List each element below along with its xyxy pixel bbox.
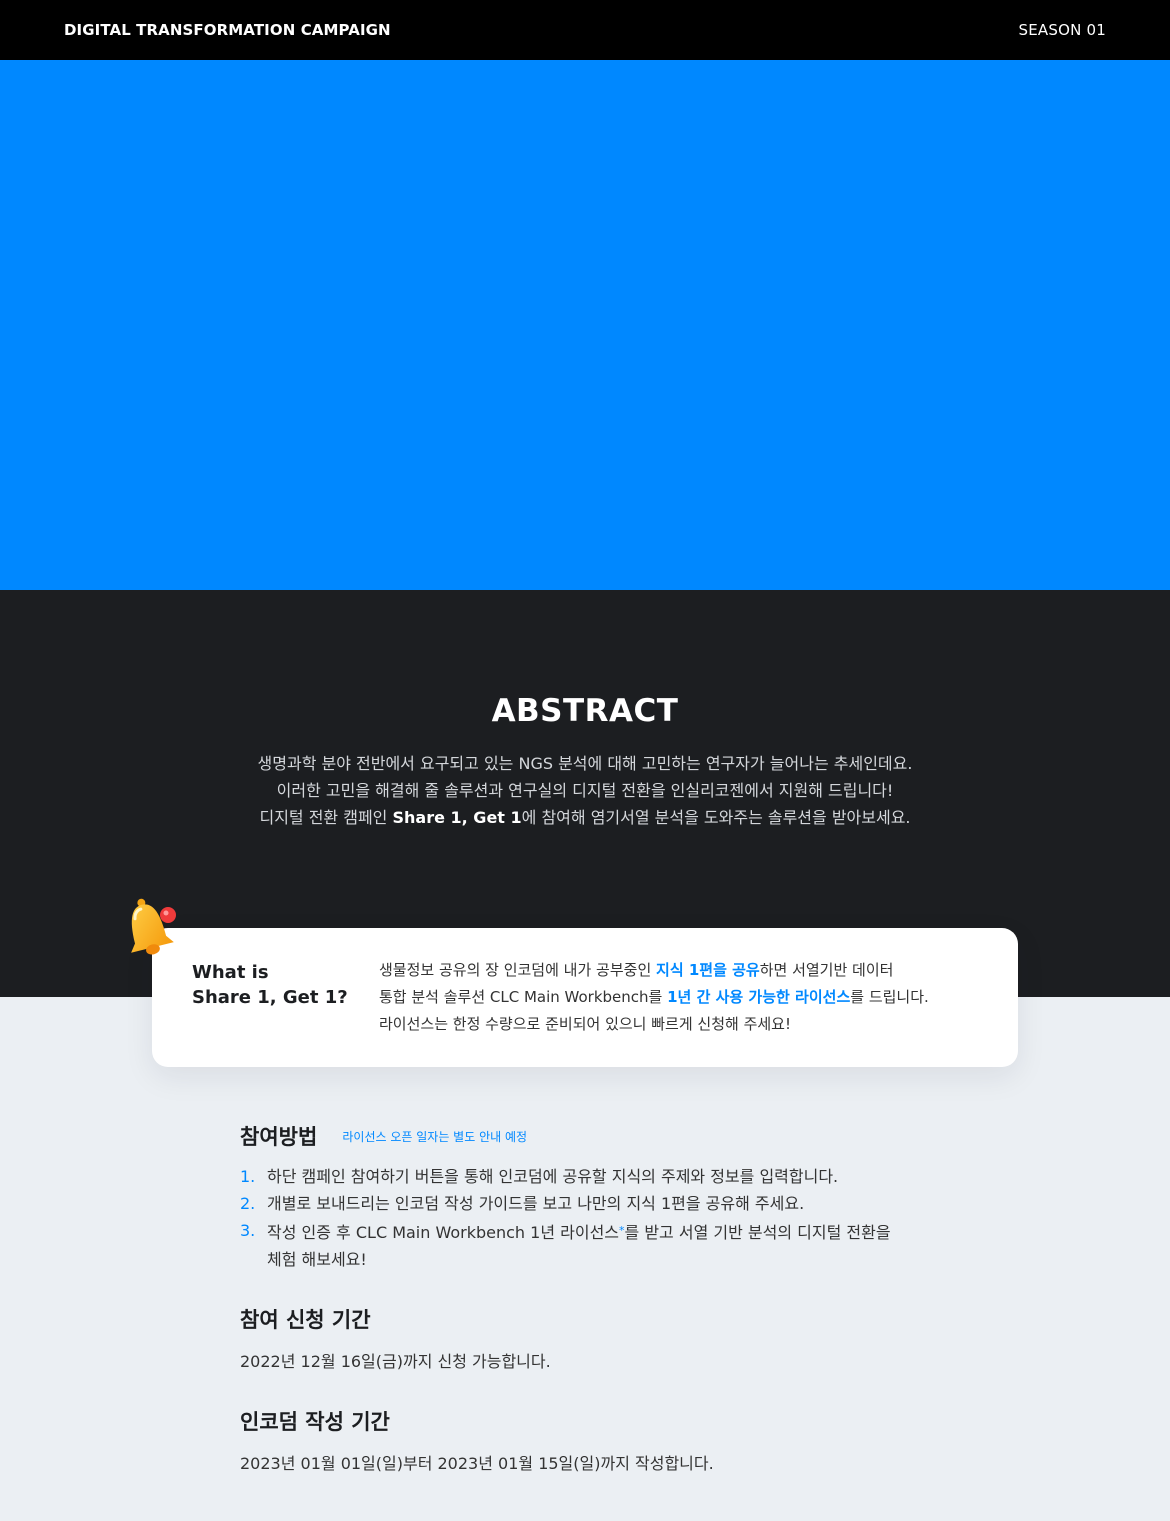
card-highlight-license: 1년 간 사용 가능한 라이선스 bbox=[667, 988, 851, 1006]
card-title: What is Share 1, Get 1? bbox=[192, 960, 362, 1010]
abstract-line-3-post: 에 참여해 염기서열 분석을 도와주는 솔루션을 받아보세요. bbox=[521, 808, 911, 827]
step-number: 1. bbox=[240, 1167, 256, 1186]
top-bar: DIGITAL TRANSFORMATION CAMPAIGN SEASON 0… bbox=[0, 0, 1170, 60]
license-open-note: 라이선스 오픈 일자는 별도 안내 예정 bbox=[342, 1130, 528, 1144]
card-line-2: 통합 분석 솔루션 CLC Main Workbench를 1년 간 사용 가능… bbox=[379, 984, 999, 1011]
step-item: 1. 하단 캠페인 참여하기 버튼을 통해 인코덤에 공유할 지식의 주제와 정… bbox=[240, 1163, 940, 1190]
step-text: 개별로 보내드리는 인코덤 작성 가이드를 보고 나만의 지식 1편을 공유해 … bbox=[267, 1194, 805, 1213]
what-is-card: What is Share 1, Get 1? 생물정보 공유의 장 인코덤에 … bbox=[152, 928, 1018, 1067]
abstract-line-3-pre: 디지털 전환 캠페인 bbox=[259, 808, 393, 827]
step-item: 2. 개별로 보내드리는 인코덤 작성 가이드를 보고 나만의 지식 1편을 공… bbox=[240, 1190, 940, 1217]
card-body: 생물정보 공유의 장 인코덤에 내가 공부중인 지식 1편을 공유하면 서열기반… bbox=[379, 957, 999, 1038]
step-item: 3. 작성 인증 후 CLC Main Workbench 1년 라이선스*를 … bbox=[240, 1217, 940, 1273]
abstract-line-2: 이러한 고민을 해결해 줄 솔루션과 연구실의 디지털 전환을 인실리코젠에서 … bbox=[276, 781, 894, 800]
write-period-text: 2023년 01월 01일(일)부터 2023년 01월 15일(일)까지 작성… bbox=[240, 1454, 714, 1473]
card-line-1: 생물정보 공유의 장 인코덤에 내가 공부중인 지식 1편을 공유하면 서열기반… bbox=[379, 957, 999, 984]
bell-icon bbox=[131, 898, 176, 955]
hero-banner bbox=[0, 60, 1170, 590]
apply-period-section: 참여 신청 기간 2022년 12월 16일(금)까지 신청 가능합니다. bbox=[240, 1304, 940, 1375]
card-line-1-post: 하면 서열기반 데이터 bbox=[759, 961, 894, 979]
apply-period-text: 2022년 12월 16일(금)까지 신청 가능합니다. bbox=[240, 1352, 551, 1371]
card-highlight-share: 지식 1편을 공유 bbox=[656, 961, 760, 979]
campaign-name-bold: Share 1, Get 1 bbox=[392, 808, 522, 827]
card-line-2-post: 를 드립니다. bbox=[850, 988, 929, 1006]
write-period-section: 인코덤 작성 기간 2023년 01월 01일(일)부터 2023년 01월 1… bbox=[240, 1406, 940, 1477]
season-label: SEASON 01 bbox=[1018, 21, 1106, 39]
campaign-brand[interactable]: DIGITAL TRANSFORMATION CAMPAIGN bbox=[64, 21, 391, 39]
card-line-1-pre: 생물정보 공유의 장 인코덤에 내가 공부중인 bbox=[379, 961, 657, 979]
steps-list: 1. 하단 캠페인 참여하기 버튼을 통해 인코덤에 공유할 지식의 주제와 정… bbox=[240, 1163, 940, 1273]
write-period-title: 인코덤 작성 기간 bbox=[240, 1410, 390, 1434]
step-number: 3. bbox=[240, 1221, 256, 1240]
abstract-line-3: 디지털 전환 캠페인 Share 1, Get 1에 참여해 염기서열 분석을 … bbox=[0, 804, 1170, 831]
card-title-line-1: What is bbox=[192, 962, 269, 983]
card-title-line-2: Share 1, Get 1? bbox=[192, 987, 348, 1008]
step-text-post: 를 받고 서열 기반 분석의 디지털 전환을 bbox=[624, 1223, 891, 1242]
step-number: 2. bbox=[240, 1194, 256, 1213]
abstract-title: ABSTRACT bbox=[491, 693, 679, 729]
step-text-line-2: 체험 해보세요! bbox=[267, 1250, 367, 1269]
abstract-text: 생명과학 분야 전반에서 요구되고 있는 NGS 분석에 대해 고민하는 연구자… bbox=[0, 750, 1170, 831]
abstract-line-1: 생명과학 분야 전반에서 요구되고 있는 NGS 분석에 대해 고민하는 연구자… bbox=[257, 754, 913, 773]
apply-period-title: 참여 신청 기간 bbox=[240, 1308, 371, 1332]
card-line-2-pre: 통합 분석 솔루션 CLC Main Workbench를 bbox=[379, 988, 668, 1006]
how-to-participate-section: 참여방법 라이선스 오픈 일자는 별도 안내 예정 1. 하단 캠페인 참여하기… bbox=[240, 1121, 940, 1273]
step-text: 하단 캠페인 참여하기 버튼을 통해 인코덤에 공유할 지식의 주제와 정보를 … bbox=[267, 1167, 839, 1186]
how-title: 참여방법 bbox=[240, 1125, 318, 1149]
card-line-3: 라이선스는 한정 수량으로 준비되어 있으니 빠르게 신청해 주세요! bbox=[379, 1015, 791, 1033]
step-text: 작성 인증 후 CLC Main Workbench 1년 라이선스 bbox=[267, 1223, 620, 1242]
